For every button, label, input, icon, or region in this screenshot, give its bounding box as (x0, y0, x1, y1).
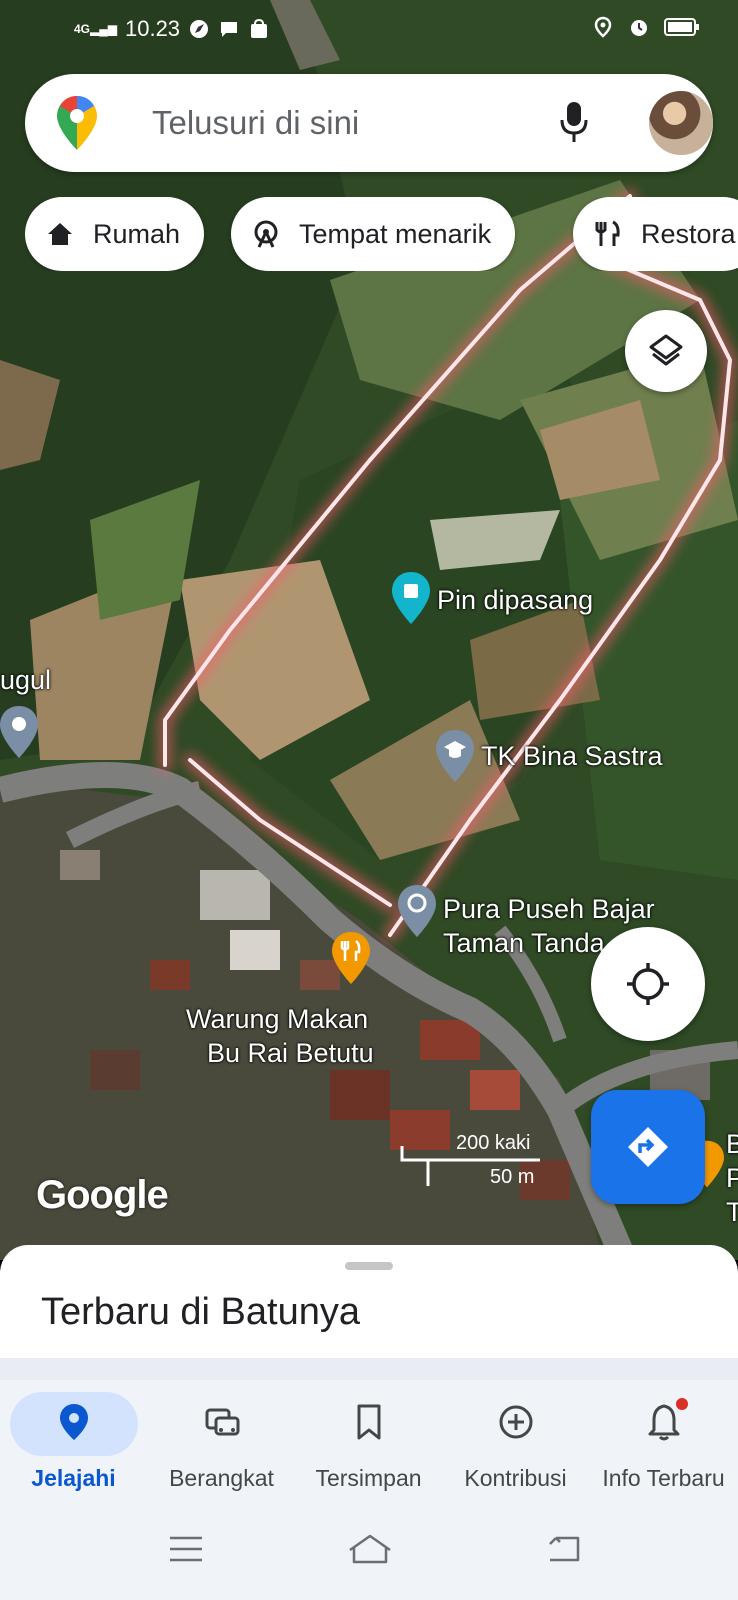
restaurant-label-line2[interactable]: Bu Rai Betutu (207, 1037, 374, 1069)
alarm-icon (631, 20, 647, 36)
nav-explore-label: Jelajahi (31, 1465, 116, 1491)
account-avatar[interactable] (649, 91, 713, 155)
chip-restaurants-label: Restora (641, 218, 736, 249)
temple-label-line2[interactable]: Taman Tanda (443, 927, 605, 959)
nav-explore[interactable]: Jelajahi (0, 1380, 147, 1502)
bookmark-icon (357, 1404, 380, 1440)
status-time: 10.23 (124, 16, 181, 41)
place-pin-icon[interactable] (0, 706, 38, 758)
partial-place-label-right-3[interactable]: T (726, 1196, 738, 1228)
bottom-navigation: Jelajahi Berangkat Tersimpan Kontribusi … (0, 1380, 738, 1502)
nav-saved-label: Tersimpan (315, 1465, 422, 1491)
school-pin-icon[interactable] (436, 730, 474, 782)
restaurant-pin-icon[interactable] (332, 932, 370, 984)
partial-place-label-right-1[interactable]: B (726, 1128, 738, 1160)
layers-icon (649, 334, 683, 366)
satellite-imagery (0, 0, 738, 1260)
chip-home-label: Rumah (93, 218, 181, 249)
nav-saved[interactable]: Tersimpan (295, 1380, 442, 1502)
chip-attractions-label: Tempat menarik (299, 218, 492, 249)
shopping-bag-icon (251, 18, 268, 38)
nav-contribute-label: Kontribusi (464, 1465, 567, 1491)
partial-place-label-right-2[interactable]: P (726, 1162, 738, 1194)
restaurant-icon (595, 220, 620, 246)
nav-updates-label: Info Terbaru (602, 1465, 725, 1491)
network-type: 4G (74, 22, 91, 36)
nav-go-label: Berangkat (169, 1465, 274, 1491)
notification-badge (676, 1398, 688, 1410)
directions-button[interactable] (591, 1090, 705, 1204)
nav-updates[interactable]: Info Terbaru (590, 1380, 737, 1502)
partial-place-label-left[interactable]: ugul (0, 664, 51, 696)
location-icon (594, 16, 612, 38)
chip-attractions[interactable]: Tempat menarik (231, 197, 516, 271)
sheet-title: Terbaru di Batunya (41, 1291, 360, 1333)
add-circle-icon (499, 1405, 532, 1439)
restaurant-label-line1[interactable]: Warung Makan (186, 1003, 368, 1035)
search-input[interactable]: Telusuri di sini (152, 104, 359, 142)
bottom-sheet[interactable]: Terbaru di Batunya (0, 1245, 738, 1363)
temple-label-line1[interactable]: Pura Puseh Bajar (443, 893, 655, 925)
map-view[interactable]: Pin dipasang TK Bina Sastra Pura Puseh B… (0, 0, 738, 1260)
layers-button[interactable] (625, 310, 707, 392)
search-bar[interactable]: Telusuri di sini (25, 74, 713, 172)
nav-contribute[interactable]: Kontribusi (442, 1380, 589, 1502)
nav-go[interactable]: Berangkat (148, 1380, 295, 1502)
microphone-icon[interactable] (559, 100, 589, 144)
battery-icon (664, 18, 699, 36)
status-bar: 4G▂▄▆ 10.23 (0, 0, 738, 58)
directions-icon (628, 1127, 668, 1167)
back-icon[interactable] (544, 1532, 584, 1566)
crosshair-icon (627, 963, 669, 1005)
scale-metric: 50 m (490, 1166, 535, 1188)
sheet-divider (0, 1358, 738, 1380)
chip-restaurants[interactable]: Restora (573, 197, 738, 271)
location-pin-icon (59, 1404, 88, 1440)
category-chips: Rumah Tempat menarik Restora (25, 197, 738, 271)
dropped-pin-icon[interactable] (392, 572, 430, 624)
ferris-wheel-icon (254, 220, 278, 248)
temple-pin-icon[interactable] (398, 885, 436, 937)
chip-home[interactable]: Rumah (25, 197, 205, 271)
system-navigation-bar (0, 1502, 738, 1600)
network-signal-icon: 4G▂▄▆ (74, 22, 117, 36)
compass-icon (190, 20, 209, 38)
menu-icon[interactable] (166, 1532, 206, 1566)
commute-icon (205, 1408, 239, 1436)
home-icon (48, 223, 72, 245)
home-nav-icon[interactable] (346, 1532, 394, 1566)
dropped-pin-label[interactable]: Pin dipasang (437, 584, 593, 616)
sheet-drag-handle[interactable] (345, 1262, 393, 1270)
chat-bubble-icon (221, 22, 238, 37)
scale-imperial: 200 kaki (456, 1132, 531, 1154)
school-label[interactable]: TK Bina Sastra (481, 740, 663, 772)
google-attribution-logo: Google (36, 1173, 169, 1217)
map-scale: 200 kaki 50 m (400, 1132, 560, 1200)
google-maps-logo-icon (57, 96, 97, 150)
bell-icon (648, 1404, 679, 1441)
my-location-button[interactable] (591, 927, 705, 1041)
